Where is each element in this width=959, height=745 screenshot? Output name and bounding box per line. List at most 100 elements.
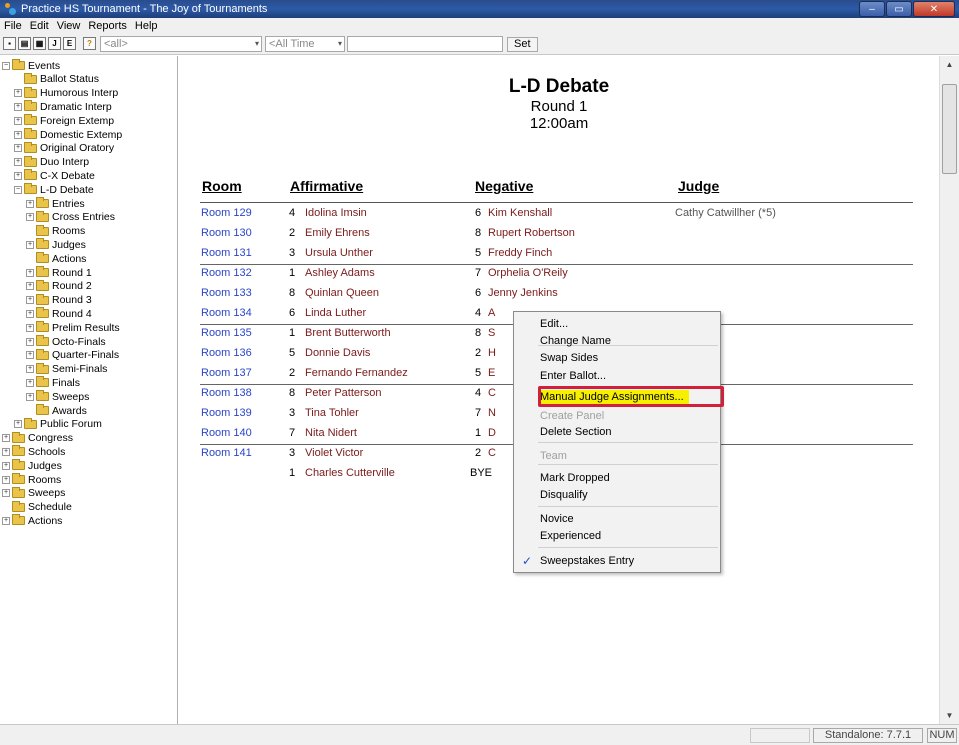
- column-header-negative[interactable]: Negative: [475, 178, 533, 194]
- menu-item-swap-sides[interactable]: Swap Sides: [540, 352, 598, 364]
- expand-icon[interactable]: +: [14, 420, 22, 429]
- room-link[interactable]: Room 137: [201, 367, 252, 379]
- tree-node[interactable]: + C-X Debate: [14, 169, 95, 182]
- expand-icon[interactable]: +: [26, 296, 34, 305]
- affirmative-name[interactable]: Violet Victor: [305, 447, 363, 459]
- menu-help[interactable]: Help: [131, 20, 162, 32]
- negative-name[interactable]: S: [488, 327, 495, 339]
- tree-node[interactable]: + Schools: [2, 445, 65, 458]
- affirmative-name[interactable]: Brent Butterworth: [305, 327, 391, 339]
- table-row[interactable]: Room 132 1 Ashley Adams 7 Orphelia O'Reily: [179, 264, 939, 284]
- negative-name[interactable]: H: [488, 347, 496, 359]
- affirmative-name[interactable]: Donnie Davis: [305, 347, 370, 359]
- time-combo[interactable]: <All Time ▾: [265, 36, 345, 52]
- event-combo[interactable]: <all> ▾: [100, 36, 262, 52]
- tree-node[interactable]: + Round 4: [26, 307, 92, 320]
- tree-node[interactable]: Ballot Status: [14, 72, 99, 86]
- expand-icon[interactable]: +: [14, 144, 22, 153]
- tree-node[interactable]: + Sweeps: [2, 486, 65, 500]
- menu-file[interactable]: File: [0, 20, 26, 32]
- affirmative-name[interactable]: Ashley Adams: [305, 267, 375, 279]
- affirmative-name[interactable]: Idolina Imsin: [305, 207, 367, 219]
- room-link[interactable]: Room 130: [201, 227, 252, 239]
- tree-node[interactable]: + Octo-Finals: [26, 335, 106, 348]
- expand-icon[interactable]: +: [14, 171, 22, 180]
- negative-name[interactable]: C: [488, 447, 496, 459]
- affirmative-name[interactable]: Linda Luther: [305, 307, 366, 319]
- affirmative-name[interactable]: Nita Nidert: [305, 427, 357, 439]
- help-icon[interactable]: ?: [83, 37, 96, 50]
- expand-icon[interactable]: +: [2, 516, 10, 525]
- negative-name[interactable]: Rupert Robertson: [488, 227, 575, 239]
- negative-name[interactable]: C: [488, 387, 496, 399]
- column-header-affirmative[interactable]: Affirmative: [290, 178, 363, 194]
- expand-icon[interactable]: +: [26, 323, 34, 332]
- expand-icon[interactable]: +: [26, 199, 34, 208]
- tree-node[interactable]: − L-D Debate: [14, 183, 94, 196]
- negative-name[interactable]: Orphelia O'Reily: [488, 267, 568, 279]
- save-icon[interactable]: ▪: [3, 37, 16, 50]
- grid-icon[interactable]: ▦: [33, 37, 46, 50]
- maximize-button[interactable]: ▭: [886, 1, 912, 17]
- table-row[interactable]: Room 133 8 Quinlan Queen 6 Jenny Jenkins: [179, 284, 939, 304]
- room-link[interactable]: Room 141: [201, 447, 252, 459]
- e-button[interactable]: E: [63, 37, 76, 50]
- tree-node[interactable]: + Actions: [2, 514, 62, 527]
- tree-node[interactable]: + Round 3: [26, 293, 92, 307]
- table-row[interactable]: Room 131 3 Ursula Unther 5 Freddy Finch: [179, 244, 939, 264]
- expand-icon[interactable]: +: [26, 351, 34, 360]
- expand-icon[interactable]: +: [2, 434, 10, 443]
- negative-name[interactable]: Freddy Finch: [488, 247, 552, 259]
- expand-icon[interactable]: +: [14, 158, 22, 167]
- negative-name[interactable]: N: [488, 407, 496, 419]
- tree-node[interactable]: Rooms: [26, 224, 85, 238]
- tree-node[interactable]: − Events: [2, 59, 60, 72]
- expand-icon[interactable]: +: [26, 240, 34, 249]
- menu-item-experienced[interactable]: Experienced: [540, 530, 601, 542]
- expand-icon[interactable]: +: [26, 309, 34, 318]
- tree-node[interactable]: + Rooms: [2, 473, 61, 486]
- tree-node[interactable]: + Public Forum: [14, 417, 102, 431]
- column-header-judge[interactable]: Judge: [678, 178, 719, 194]
- menu-item-sweepstakes-entry[interactable]: Sweepstakes Entry: [540, 555, 634, 567]
- menu-edit[interactable]: Edit: [26, 20, 53, 32]
- expand-icon[interactable]: +: [26, 268, 34, 277]
- affirmative-name[interactable]: Peter Patterson: [305, 387, 381, 399]
- collapse-icon[interactable]: −: [14, 185, 22, 194]
- j-button[interactable]: J: [48, 37, 61, 50]
- table-row[interactable]: Room 129 4 Idolina Imsin 6 Kim Kenshall Cathy…: [179, 204, 939, 224]
- negative-name[interactable]: Jenny Jenkins: [488, 287, 558, 299]
- expand-icon[interactable]: +: [14, 89, 22, 98]
- expand-icon[interactable]: +: [2, 461, 10, 470]
- negative-name[interactable]: E: [488, 367, 495, 379]
- expand-icon[interactable]: +: [26, 378, 34, 387]
- expand-icon[interactable]: +: [14, 116, 22, 125]
- negative-name[interactable]: D: [488, 427, 496, 439]
- tree-node[interactable]: + Quarter-Finals: [26, 348, 119, 362]
- tree-node[interactable]: + Prelim Results: [26, 321, 120, 334]
- collapse-icon[interactable]: −: [2, 61, 10, 70]
- print-icon[interactable]: ▤: [18, 37, 31, 50]
- tree-node[interactable]: + Domestic Extemp: [14, 128, 122, 141]
- tree-node[interactable]: Schedule: [2, 500, 72, 514]
- set-button[interactable]: Set: [507, 37, 538, 52]
- vertical-scrollbar[interactable]: ▲ ▼: [939, 56, 959, 724]
- menu-view[interactable]: View: [53, 20, 85, 32]
- expand-icon[interactable]: +: [26, 282, 34, 291]
- expand-icon[interactable]: +: [2, 475, 10, 484]
- affirmative-name[interactable]: Tina Tohler: [305, 407, 359, 419]
- room-link[interactable]: Room 140: [201, 427, 252, 439]
- tree-node[interactable]: + Humorous Interp: [14, 86, 118, 100]
- affirmative-name[interactable]: Ursula Unther: [305, 247, 373, 259]
- expand-icon[interactable]: +: [26, 392, 34, 401]
- tree-node[interactable]: + Finals: [26, 376, 80, 389]
- tree-node[interactable]: + Sweeps: [26, 390, 89, 403]
- menu-item-mark-dropped[interactable]: Mark Dropped: [540, 472, 610, 484]
- menu-reports[interactable]: Reports: [84, 20, 131, 32]
- room-link[interactable]: Room 135: [201, 327, 252, 339]
- tree-node[interactable]: + Congress: [2, 431, 73, 445]
- column-header-room[interactable]: Room: [202, 178, 242, 194]
- scroll-down-icon[interactable]: ▼: [940, 707, 959, 724]
- tree-node[interactable]: + Entries: [26, 197, 85, 210]
- expand-icon[interactable]: +: [26, 365, 34, 374]
